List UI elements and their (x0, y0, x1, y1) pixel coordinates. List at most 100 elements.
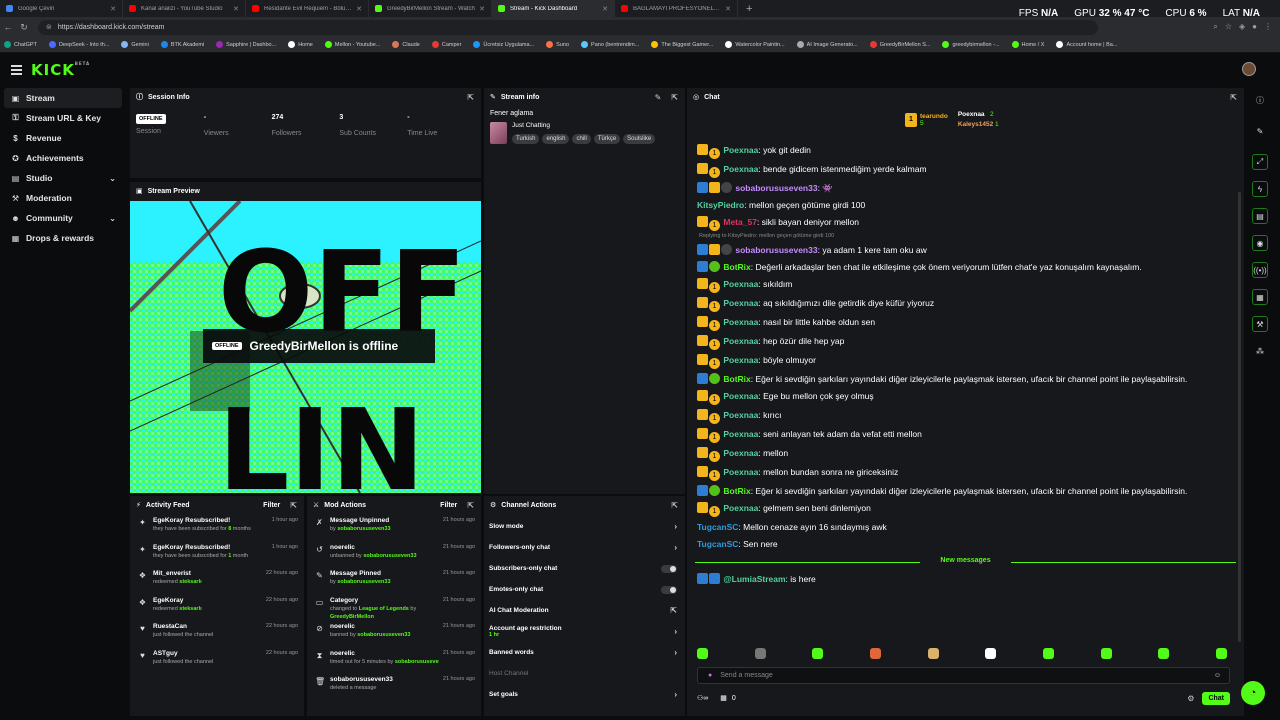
bookmark-item[interactable]: greedybirmellon -... (942, 41, 1000, 48)
chat-username[interactable]: Poexnaa (723, 164, 758, 174)
chat-username[interactable]: BotRix (723, 262, 750, 272)
chat-username[interactable]: Meta_57 (723, 217, 757, 227)
chat-username[interactable]: Poexnaa (723, 279, 758, 289)
mod-filter-button[interactable]: Filter (440, 502, 457, 509)
chat-username[interactable]: Poexnaa (723, 448, 758, 458)
popout-icon[interactable]: ⇱ (467, 501, 474, 510)
bookmark-item[interactable]: BTK Akademi (160, 41, 204, 48)
close-tab-icon[interactable]: ✕ (233, 5, 239, 13)
browser-tab[interactable]: BAĞLAMAYI PROFESYONEL ÇALMA ✕ (615, 0, 738, 17)
chevron-right-icon[interactable]: › (674, 543, 677, 552)
chat-username[interactable]: Poexnaa (723, 355, 758, 365)
chat-username[interactable]: Poexnaa (723, 429, 758, 439)
chat-username[interactable]: Poexnaa (723, 336, 758, 346)
chat-username[interactable]: TugcanSC (697, 522, 738, 532)
expand-icon[interactable]: ⤢ (1252, 154, 1268, 170)
chat-username[interactable]: Poexnaa (723, 503, 758, 513)
browser-tab[interactable]: Stream - Kick Dashboard ✕ (492, 0, 615, 17)
close-tab-icon[interactable]: ✕ (602, 5, 608, 13)
bookmark-item[interactable]: Account home | Ba... (1056, 41, 1117, 48)
channel-action-host-channel[interactable]: Host Channel (484, 663, 685, 684)
feed-highlight[interactable]: steksarlı (179, 579, 201, 585)
feed-highlight[interactable]: sobaborususeven33 (357, 632, 410, 638)
chat-username[interactable]: TugcanSC (697, 539, 738, 549)
popout-icon[interactable]: ⇱ (290, 501, 297, 510)
tag-chip[interactable]: chill (572, 134, 591, 144)
chat-username[interactable]: BotRix (723, 486, 750, 496)
avatar[interactable] (1242, 62, 1256, 76)
tag-chip[interactable]: Türkçe (593, 134, 621, 144)
popout-icon[interactable]: ⇱ (671, 93, 678, 102)
chevron-down-icon[interactable]: ⌄ (109, 174, 116, 183)
send-chat-button[interactable]: Chat (1202, 691, 1230, 705)
profile-icon[interactable]: ● (1252, 22, 1257, 32)
chat-username[interactable]: @LumiaStream (723, 574, 785, 584)
chat-bubble-icon[interactable]: ◉ (1252, 235, 1268, 251)
emote-icon[interactable] (927, 648, 939, 659)
channel-action-account-age-restriction[interactable]: Account age restriction 1 hr › (484, 621, 685, 642)
new-messages-divider[interactable]: New messages (695, 557, 1236, 567)
emote-icon[interactable] (869, 648, 881, 659)
feed-highlight[interactable]: sobaborususeven33 (395, 659, 439, 665)
feed-highlight[interactable]: sobaborususeven33 (363, 553, 416, 559)
emote-icon[interactable] (1100, 648, 1112, 659)
chat-username[interactable]: sobaborususeven33 (735, 183, 817, 193)
bookmark-star-icon[interactable]: ☆ (1225, 22, 1232, 32)
chevron-right-icon[interactable]: › (674, 627, 677, 636)
browser-tab[interactable]: Residante Evil Requiem - Bölüm 3 ✕ (246, 0, 369, 17)
bookmark-item[interactable]: The Biggest Gamer... (651, 41, 713, 48)
chat-username[interactable]: sobaborususeven33 (735, 245, 817, 255)
emote-picker-icon[interactable]: ● (708, 672, 712, 679)
zoom-icon[interactable]: ⌕ (1213, 22, 1217, 32)
tag-chip[interactable]: Turkish (512, 134, 540, 144)
emote-icon[interactable] (1158, 648, 1170, 659)
emoji-icon[interactable]: ☺ (1214, 672, 1221, 679)
chevron-right-icon[interactable]: › (674, 648, 677, 657)
sidebar-item-stream-url-key[interactable]: ⚿ Stream URL & Key (4, 108, 122, 128)
info-icon[interactable]: ⓘ (1252, 92, 1268, 108)
emote-icon[interactable] (697, 648, 708, 659)
bookmark-item[interactable]: Home (288, 41, 313, 48)
sidebar-item-studio[interactable]: ▤ Studio ⌄ (4, 168, 122, 188)
bookmark-item[interactable]: Sapphire | Dashbo... (216, 41, 276, 48)
close-tab-icon[interactable]: ✕ (110, 5, 116, 13)
bookmark-item[interactable]: ChatGPT (4, 41, 37, 48)
activity-filter-button[interactable]: Filter (263, 502, 280, 509)
new-tab-button[interactable]: + (738, 3, 760, 15)
extension-icon[interactable]: ◈ (1239, 22, 1245, 32)
bookmark-item[interactable]: Ücretsiz Uygulama... (473, 41, 534, 48)
popout-icon[interactable]: ⇱ (1230, 93, 1237, 102)
url-field[interactable]: ⊜ https://dashboard.kick.com/stream (38, 19, 1098, 35)
browser-tab[interactable]: GreedyBirMellon Stream - Watch ✕ (369, 0, 492, 17)
bookmark-item[interactable]: Watercolor Paintin... (725, 41, 785, 48)
channel-action-banned-words[interactable]: Banned words › (484, 642, 685, 663)
browser-tab[interactable]: Google Çeviri ✕ (0, 0, 123, 17)
chat-username[interactable]: Poexnaa (723, 410, 758, 420)
edit-icon[interactable]: ✎ (1252, 123, 1268, 139)
bookmark-item[interactable]: Pano (bentrendim... (581, 41, 639, 48)
help-chat-button[interactable]: ◔ (1241, 681, 1265, 705)
close-tab-icon[interactable]: ✕ (479, 5, 485, 13)
chevron-right-icon[interactable]: › (674, 690, 677, 699)
chat-username[interactable]: Poexnaa (723, 317, 758, 327)
tag-chip[interactable]: english (542, 134, 570, 144)
chat-input[interactable]: ● Send a message ☺ (697, 667, 1230, 684)
chat-username[interactable]: Poexnaa (723, 298, 758, 308)
emote-icon[interactable] (985, 648, 997, 659)
sidebar-item-drops-rewards[interactable]: ▦ Drops & rewards (4, 228, 122, 248)
emote-icon[interactable] (812, 648, 824, 659)
channel-points-icon[interactable]: ⚇∞ (697, 694, 708, 702)
chat-username[interactable]: BotRix (723, 374, 750, 384)
bookmark-item[interactable]: AI Image Generato... (796, 41, 858, 48)
chat-username[interactable]: Poexnaa (723, 391, 758, 401)
chevron-right-icon[interactable]: › (674, 522, 677, 531)
feed-highlight[interactable]: GreedyBirMellon (330, 614, 374, 620)
bookmark-item[interactable]: Mellon - Youtube... (324, 41, 380, 48)
chat-username[interactable]: Poexnaa (723, 145, 758, 155)
emote-icon[interactable] (1042, 648, 1054, 659)
toggle-switch[interactable] (661, 564, 677, 573)
flash-icon[interactable]: ϟ (1252, 181, 1268, 197)
connections-icon[interactable]: ⁂ (1252, 343, 1268, 359)
sidebar-item-revenue[interactable]: $ Revenue (4, 128, 122, 148)
browser-tab[interactable]: Kanal analizi - YouTube Studio ✕ (123, 0, 246, 17)
